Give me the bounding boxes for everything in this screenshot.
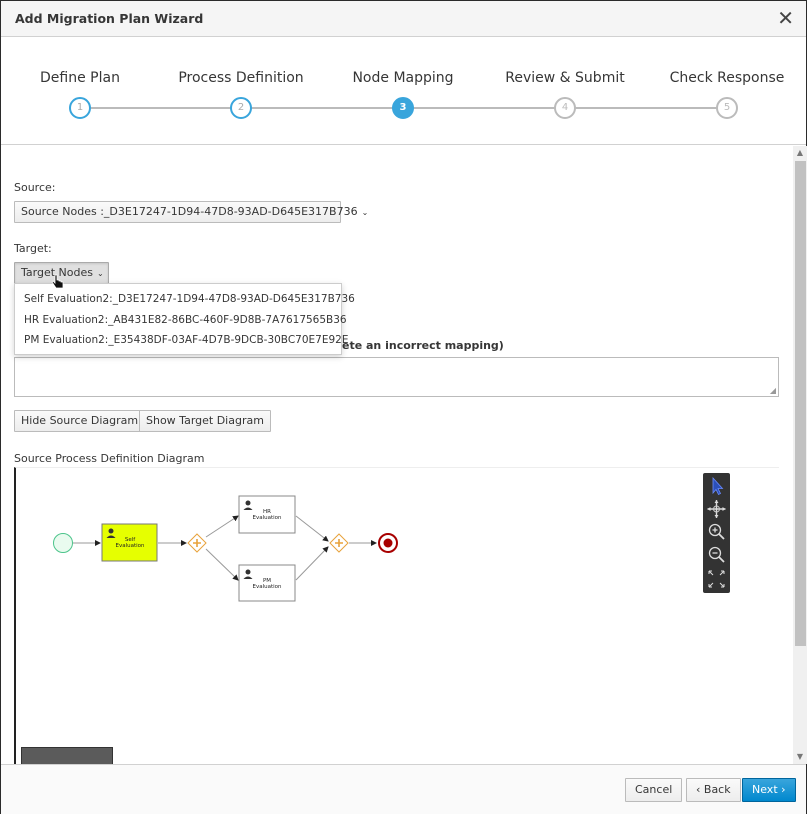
source-nodes-dropdown[interactable]: Source Nodes :_D3E17247-1D94-47D8-93AD-D… — [14, 201, 368, 223]
step-number: 4 — [554, 97, 576, 119]
vertical-scrollbar[interactable]: ▲ ▼ — [793, 146, 807, 764]
dialog-title: Add Migration Plan Wizard — [15, 11, 204, 26]
wizard-steps: Define Plan 1 Process Definition 2 Node … — [1, 37, 806, 145]
sequence-flow — [295, 546, 329, 581]
sequence-flow — [205, 515, 239, 538]
next-button[interactable]: Next › — [742, 778, 796, 802]
step-number: 5 — [716, 97, 738, 119]
task-self-evaluation[interactable]: Self Evaluation — [101, 523, 158, 562]
task-hr-evaluation[interactable]: HR Evaluation — [238, 495, 296, 534]
pan-icon[interactable] — [705, 498, 728, 520]
zoom-in-icon[interactable] — [705, 521, 728, 543]
wizard-body: Source: Source Nodes :_D3E17247-1D94-47D… — [1, 146, 806, 764]
dialog-footer: Cancel ‹ Back Next › — [1, 764, 806, 814]
sequence-flow — [295, 515, 329, 542]
step-number: 1 — [69, 97, 91, 119]
diagram-minimap[interactable] — [21, 747, 113, 764]
task-label: Evaluation — [115, 543, 145, 549]
migration-wizard-dialog: Add Migration Plan Wizard ✕ Define Plan … — [0, 0, 807, 814]
target-label: Target: — [14, 242, 52, 255]
process-diagram: Self Evaluation HR Evaluation PM Evaluat… — [53, 495, 398, 602]
step-number: 3 — [392, 97, 414, 119]
scroll-down-icon[interactable]: ▼ — [795, 752, 805, 761]
source-dropdown-value: Source Nodes :_D3E17247-1D94-47D8-93AD-D… — [21, 205, 358, 218]
hand-cursor-icon — [51, 274, 64, 289]
source-label: Source: — [14, 181, 56, 194]
parallel-gateway-split[interactable] — [187, 533, 207, 553]
step-label: Review & Submit — [505, 70, 625, 86]
source-diagram-canvas[interactable]: Self Evaluation HR Evaluation PM Evaluat… — [14, 467, 779, 764]
target-nodes-menu: Self Evaluation2:_D3E17247-1D94-47D8-93A… — [14, 283, 355, 355]
task-pm-evaluation[interactable]: PM Evaluation — [238, 564, 296, 602]
target-option-pm-evaluation[interactable]: PM Evaluation2:_E35438DF-03AF-4D7B-9DCB-… — [24, 334, 348, 346]
hide-source-diagram-button[interactable]: Hide Source Diagram — [14, 410, 146, 432]
fit-screen-icon[interactable] — [705, 568, 728, 590]
step-label: Define Plan — [40, 70, 120, 86]
select-pointer-icon[interactable] — [705, 475, 728, 497]
start-event[interactable] — [53, 533, 73, 553]
end-event[interactable] — [378, 533, 398, 553]
step-label: Process Definition — [178, 70, 304, 86]
svg-text:Evaluation: Evaluation — [252, 515, 282, 521]
mapping-hint-label: ete an incorrect mapping) — [342, 339, 504, 352]
mapping-textarea[interactable]: ◢ — [14, 357, 779, 397]
diagram-toolbar — [703, 473, 730, 593]
target-option-hr-evaluation[interactable]: HR Evaluation2:_AB431E82-86BC-460F-9D8B-… — [24, 314, 347, 326]
show-target-diagram-button[interactable]: Show Target Diagram — [139, 410, 271, 432]
svg-text:Evaluation: Evaluation — [252, 584, 282, 590]
step-label: Check Response — [669, 70, 785, 86]
cancel-button[interactable]: Cancel — [625, 778, 683, 802]
target-option-self-evaluation[interactable]: Self Evaluation2:_D3E17247-1D94-47D8-93A… — [24, 293, 355, 305]
chevron-down-icon: ⌄ — [96, 269, 104, 278]
back-button[interactable]: ‹ Back — [686, 778, 741, 802]
resize-grip-icon[interactable]: ◢ — [770, 386, 776, 395]
zoom-out-icon[interactable] — [705, 544, 728, 566]
step-label: Node Mapping — [352, 70, 454, 86]
close-icon[interactable]: ✕ — [777, 7, 794, 29]
parallel-gateway-join[interactable] — [329, 533, 349, 553]
chevron-down-icon: ⌄ — [361, 208, 369, 217]
diagram-title: Source Process Definition Diagram — [14, 452, 205, 465]
dialog-header: Add Migration Plan Wizard ✕ — [1, 1, 806, 37]
scroll-up-icon[interactable]: ▲ — [795, 148, 805, 157]
sequence-flow — [205, 548, 239, 581]
step-number: 2 — [230, 97, 252, 119]
scrollbar-thumb[interactable] — [795, 161, 806, 646]
